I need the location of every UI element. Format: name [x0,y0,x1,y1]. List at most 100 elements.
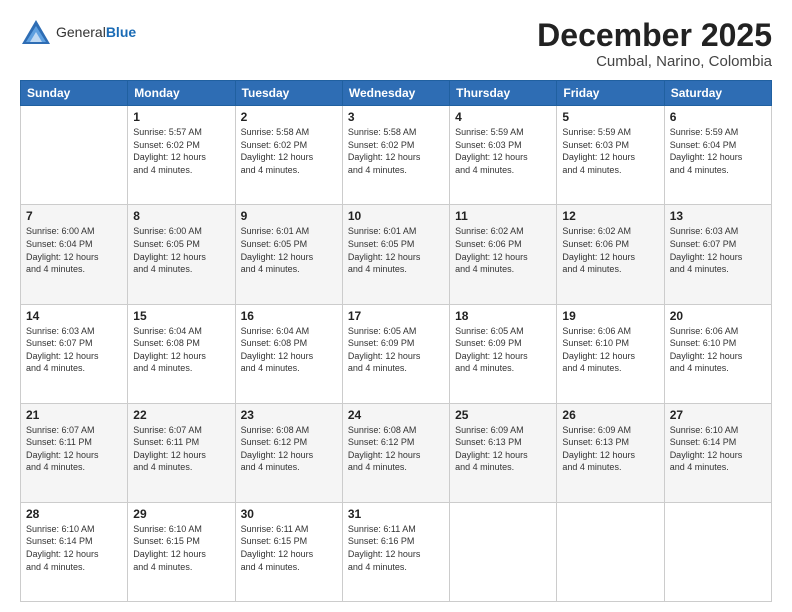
day-number: 20 [670,309,766,323]
calendar-cell: 12Sunrise: 6:02 AM Sunset: 6:06 PM Dayli… [557,205,664,304]
calendar-cell: 26 Sunrise: 6:09 AM Sunset: 6:13 PM Dayli… [557,403,664,502]
calendar-cell: 18 Sunrise: 6:05 AM Sunset: 6:09 PM Dayli… [450,304,557,403]
cell-info: Sunrise: 6:06 AM Sunset: 6:10 PM Dayligh… [670,325,766,375]
col-header-friday: Friday [557,81,664,106]
day-number: 28 [26,507,122,521]
cell-info: Sunrise: 6:10 AM Sunset: 6:14 PM Dayligh… [670,424,766,474]
day-number: 16 [241,309,337,323]
month-title: December 2025 [537,18,772,53]
title-block: December 2025 Cumbal, Narino, Colombia [537,18,772,70]
cell-info: Sunrise: 6:05 AM Sunset: 6:09 PM Dayligh… [455,325,551,375]
day-number: 3 [348,110,444,124]
cell-info: Sunrise: 6:07 AM Sunset: 6:11 PM Dayligh… [133,424,229,474]
day-number: 22 [133,408,229,422]
calendar-cell: 6 Sunrise: 5:59 AM Sunset: 6:04 PM Daylig… [664,106,771,205]
logo-blue: Blue [106,24,136,40]
calendar-cell: 22 Sunrise: 6:07 AM Sunset: 6:11 PM Dayli… [128,403,235,502]
logo-text: GeneralBlue [56,24,136,40]
calendar-cell [450,502,557,601]
calendar-cell: 3 Sunrise: 5:58 AM Sunset: 6:02 PM Daylig… [342,106,449,205]
day-number: 18 [455,309,551,323]
cell-info: Sunrise: 6:02 AM Sunset: 6:06 PM Dayligh… [455,225,551,275]
day-number: 29 [133,507,229,521]
day-number: 25 [455,408,551,422]
calendar-cell: 19 Sunrise: 6:06 AM Sunset: 6:10 PM Dayli… [557,304,664,403]
calendar-cell: 4Sunrise: 5:59 AM Sunset: 6:03 PM Daylig… [450,106,557,205]
cell-info: Sunrise: 6:06 AM Sunset: 6:10 PM Dayligh… [562,325,658,375]
calendar-cell [557,502,664,601]
calendar-cell: 28 Sunrise: 6:10 AM Sunset: 6:14 PM Dayli… [21,502,128,601]
day-number: 7 [26,209,122,223]
calendar-cell: 31Sunrise: 6:11 AM Sunset: 6:16 PM Dayli… [342,502,449,601]
cell-info: Sunrise: 6:05 AM Sunset: 6:09 PM Dayligh… [348,325,444,375]
header: GeneralBlue December 2025 Cumbal, Narino… [20,18,772,70]
location-title: Cumbal, Narino, Colombia [537,53,772,70]
calendar-week-5: 28 Sunrise: 6:10 AM Sunset: 6:14 PM Dayli… [21,502,772,601]
col-header-monday: Monday [128,81,235,106]
calendar-cell: 7 Sunrise: 6:00 AM Sunset: 6:04 PM Daylig… [21,205,128,304]
day-number: 8 [133,209,229,223]
cell-info: Sunrise: 6:09 AM Sunset: 6:13 PM Dayligh… [455,424,551,474]
cell-info: Sunrise: 6:00 AM Sunset: 6:04 PM Dayligh… [26,225,122,275]
calendar-cell: 23 Sunrise: 6:08 AM Sunset: 6:12 PM Dayli… [235,403,342,502]
calendar-cell: 11 Sunrise: 6:02 AM Sunset: 6:06 PM Dayli… [450,205,557,304]
col-header-sunday: Sunday [21,81,128,106]
calendar-cell: 9Sunrise: 6:01 AM Sunset: 6:05 PM Daylig… [235,205,342,304]
calendar-week-1: 1 Sunrise: 5:57 AM Sunset: 6:02 PM Daylig… [21,106,772,205]
cell-info: Sunrise: 6:09 AM Sunset: 6:13 PM Dayligh… [562,424,658,474]
calendar-cell: 10Sunrise: 6:01 AM Sunset: 6:05 PM Dayli… [342,205,449,304]
cell-info: Sunrise: 6:04 AM Sunset: 6:08 PM Dayligh… [241,325,337,375]
calendar-header-row: SundayMondayTuesdayWednesdayThursdayFrid… [21,81,772,106]
logo: GeneralBlue [20,18,136,46]
calendar-week-2: 7 Sunrise: 6:00 AM Sunset: 6:04 PM Daylig… [21,205,772,304]
cell-info: Sunrise: 5:58 AM Sunset: 6:02 PM Dayligh… [348,126,444,176]
day-number: 1 [133,110,229,124]
day-number: 31 [348,507,444,521]
day-number: 2 [241,110,337,124]
calendar-cell: 30 Sunrise: 6:11 AM Sunset: 6:15 PM Dayli… [235,502,342,601]
calendar-cell: 5Sunrise: 5:59 AM Sunset: 6:03 PM Daylig… [557,106,664,205]
calendar: SundayMondayTuesdayWednesdayThursdayFrid… [20,80,772,602]
calendar-week-4: 21 Sunrise: 6:07 AM Sunset: 6:11 PM Dayli… [21,403,772,502]
cell-info: Sunrise: 6:08 AM Sunset: 6:12 PM Dayligh… [241,424,337,474]
day-number: 17 [348,309,444,323]
page: GeneralBlue December 2025 Cumbal, Narino… [0,0,792,612]
logo-icon [20,18,52,46]
day-number: 23 [241,408,337,422]
col-header-wednesday: Wednesday [342,81,449,106]
day-number: 15 [133,309,229,323]
calendar-cell: 2 Sunrise: 5:58 AM Sunset: 6:02 PM Daylig… [235,106,342,205]
calendar-cell: 14Sunrise: 6:03 AM Sunset: 6:07 PM Dayli… [21,304,128,403]
calendar-cell: 1 Sunrise: 5:57 AM Sunset: 6:02 PM Daylig… [128,106,235,205]
cell-info: Sunrise: 6:08 AM Sunset: 6:12 PM Dayligh… [348,424,444,474]
day-number: 19 [562,309,658,323]
cell-info: Sunrise: 5:59 AM Sunset: 6:04 PM Dayligh… [670,126,766,176]
calendar-cell: 8Sunrise: 6:00 AM Sunset: 6:05 PM Daylig… [128,205,235,304]
day-number: 30 [241,507,337,521]
cell-info: Sunrise: 6:10 AM Sunset: 6:14 PM Dayligh… [26,523,122,573]
calendar-cell: 21 Sunrise: 6:07 AM Sunset: 6:11 PM Dayli… [21,403,128,502]
cell-info: Sunrise: 6:07 AM Sunset: 6:11 PM Dayligh… [26,424,122,474]
day-number: 26 [562,408,658,422]
cell-info: Sunrise: 6:03 AM Sunset: 6:07 PM Dayligh… [670,225,766,275]
cell-info: Sunrise: 6:04 AM Sunset: 6:08 PM Dayligh… [133,325,229,375]
col-header-thursday: Thursday [450,81,557,106]
cell-info: Sunrise: 6:01 AM Sunset: 6:05 PM Dayligh… [348,225,444,275]
cell-info: Sunrise: 5:57 AM Sunset: 6:02 PM Dayligh… [133,126,229,176]
cell-info: Sunrise: 5:59 AM Sunset: 6:03 PM Dayligh… [455,126,551,176]
col-header-saturday: Saturday [664,81,771,106]
day-number: 6 [670,110,766,124]
calendar-cell: 24 Sunrise: 6:08 AM Sunset: 6:12 PM Dayli… [342,403,449,502]
cell-info: Sunrise: 6:10 AM Sunset: 6:15 PM Dayligh… [133,523,229,573]
calendar-cell: 20 Sunrise: 6:06 AM Sunset: 6:10 PM Dayli… [664,304,771,403]
calendar-week-3: 14Sunrise: 6:03 AM Sunset: 6:07 PM Dayli… [21,304,772,403]
day-number: 21 [26,408,122,422]
day-number: 5 [562,110,658,124]
cell-info: Sunrise: 5:58 AM Sunset: 6:02 PM Dayligh… [241,126,337,176]
calendar-cell: 29 Sunrise: 6:10 AM Sunset: 6:15 PM Dayli… [128,502,235,601]
calendar-cell: 25 Sunrise: 6:09 AM Sunset: 6:13 PM Dayli… [450,403,557,502]
cell-info: Sunrise: 6:11 AM Sunset: 6:15 PM Dayligh… [241,523,337,573]
day-number: 24 [348,408,444,422]
day-number: 11 [455,209,551,223]
col-header-tuesday: Tuesday [235,81,342,106]
